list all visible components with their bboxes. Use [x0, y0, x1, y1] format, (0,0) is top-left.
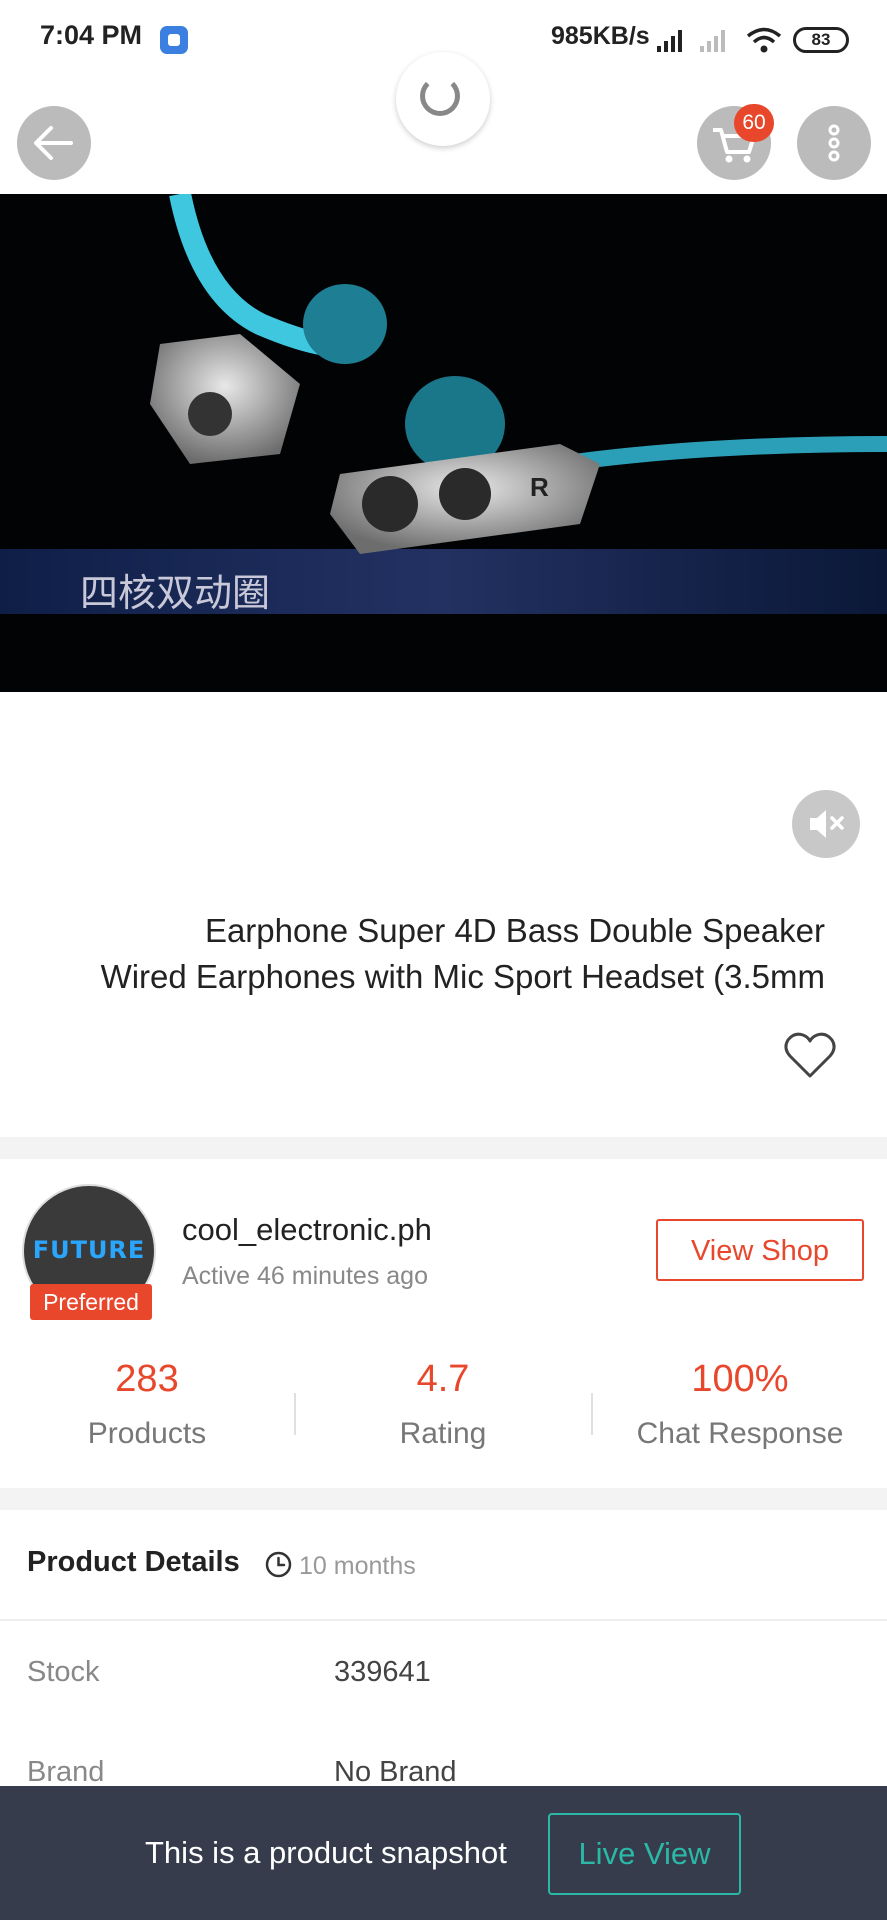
spec-value-stock: 339641 — [334, 1656, 431, 1688]
details-time-ago: 10 months — [299, 1552, 416, 1580]
video-caption: 四核双动圈 — [80, 571, 271, 615]
stat-rating: 4.7 Rating — [296, 1358, 590, 1451]
cart-count-badge: 60 — [734, 104, 774, 142]
loading-spinner-icon — [396, 52, 490, 146]
clock-icon — [265, 1551, 292, 1578]
heart-outline-icon — [784, 1032, 836, 1078]
stat-value: 100% — [691, 1358, 789, 1400]
shop-avatar-logo-text: FUTURE — [32, 1236, 146, 1264]
product-title-line1: Earphone Super 4D Bass Double Speaker — [204, 912, 825, 949]
stat-value: 4.7 — [416, 1358, 470, 1400]
section-divider — [0, 1137, 887, 1159]
product-video[interactable]: R 四核双动圈 — [0, 194, 887, 692]
more-vertical-icon — [828, 124, 840, 162]
live-view-button[interactable]: Live View — [548, 1813, 741, 1895]
shop-active-status: Active 46 minutes ago — [182, 1262, 428, 1290]
snapshot-banner-text: This is a product snapshot — [145, 1835, 507, 1870]
stat-products: 283 Products — [0, 1358, 294, 1451]
app-notification-icon — [160, 26, 188, 54]
stat-chat-response: 100% Chat Response — [593, 1358, 887, 1451]
spec-label-brand: Brand — [27, 1756, 105, 1788]
arrow-left-icon — [34, 126, 73, 160]
volume-mute-icon — [810, 810, 844, 838]
cellular-signal-no-service-icon — [700, 28, 725, 52]
stat-label: Chat Response — [636, 1417, 844, 1450]
product-title: Earphone Super 4D Bass Double Speaker Wi… — [25, 908, 825, 1000]
spec-label-stock: Stock — [27, 1656, 100, 1688]
product-video-frame: R — [0, 194, 887, 692]
view-shop-button[interactable]: View Shop — [656, 1219, 864, 1281]
details-divider — [0, 1619, 887, 1621]
stat-label: Products — [87, 1417, 207, 1450]
stat-label: Rating — [399, 1417, 487, 1450]
preferred-badge: Preferred — [30, 1284, 152, 1320]
shop-name[interactable]: cool_electronic.ph — [182, 1212, 432, 1248]
product-details-title: Product Details — [27, 1546, 240, 1578]
cellular-signal-icon — [657, 28, 682, 52]
product-title-line2: Wired Earphones with Mic Sport Headset (… — [100, 958, 825, 995]
stat-value: 283 — [115, 1358, 179, 1400]
spec-value-brand: No Brand — [334, 1756, 457, 1788]
mute-button[interactable] — [792, 790, 860, 858]
network-speed: 985KB/s — [551, 22, 650, 50]
battery-icon: 83 — [793, 27, 849, 53]
back-button[interactable] — [17, 106, 91, 180]
earphone-r-marking: R — [530, 472, 549, 502]
wishlist-button[interactable] — [782, 1030, 838, 1082]
wifi-icon — [746, 27, 782, 53]
more-options-button[interactable] — [797, 106, 871, 180]
status-time: 7:04 PM — [40, 20, 143, 50]
section-divider — [0, 1488, 887, 1510]
